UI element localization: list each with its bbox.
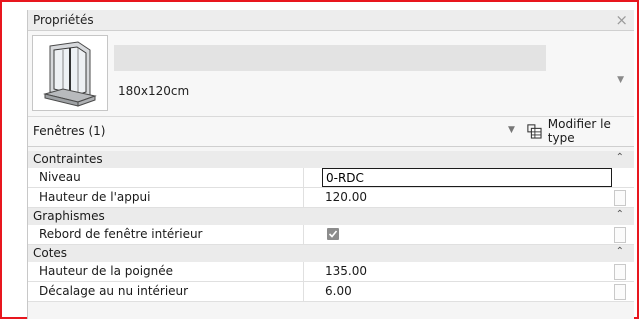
edit-type-button[interactable]: Modifier le type [527, 117, 634, 145]
close-icon[interactable]: × [615, 11, 628, 29]
group-label: Graphismes [33, 209, 105, 223]
niveau-value-input[interactable] [322, 168, 612, 187]
group-cotes[interactable]: Cotes ⌃ [28, 245, 634, 262]
group-graphismes[interactable]: Graphismes ⌃ [28, 208, 634, 225]
highlight-frame: Propriétés × 180x120cm ▼ Fenêtres (1) ▼ … [0, 0, 639, 319]
chevron-down-icon[interactable]: ▼ [617, 75, 624, 85]
type-name: 180x120cm [118, 84, 190, 98]
collapse-icon[interactable]: ⌃ [616, 246, 624, 257]
edit-type-icon [527, 124, 542, 139]
collapse-icon[interactable]: ⌃ [616, 209, 624, 220]
group-contraintes[interactable]: Contraintes ⌃ [28, 151, 634, 168]
param-name: Hauteur de la poignée [28, 262, 304, 281]
param-row-decalage: Décalage au nu intérieur 6.00 [28, 282, 634, 302]
associate-parameter-button[interactable] [614, 227, 626, 243]
param-row-niveau: Niveau [28, 168, 634, 188]
param-name: Décalage au nu intérieur [28, 282, 304, 301]
group-label: Cotes [33, 246, 68, 260]
palette-title: Propriétés [33, 13, 94, 27]
properties-palette: Propriétés × 180x120cm ▼ Fenêtres (1) ▼ … [27, 10, 634, 319]
properties-grid: Contraintes ⌃ Niveau Hauteur de l'appui … [28, 151, 634, 302]
type-selector[interactable]: 180x120cm ▼ [28, 31, 634, 117]
window-icon [32, 35, 108, 111]
edit-type-label: Modifier le type [547, 117, 611, 145]
associate-parameter-button[interactable] [614, 264, 626, 280]
category-dropdown-icon[interactable]: ▼ [508, 125, 515, 135]
param-row-hauteur-appui: Hauteur de l'appui 120.00 [28, 188, 634, 208]
param-name: Rebord de fenêtre intérieur [28, 225, 304, 244]
hauteur-appui-value[interactable]: 120.00 [325, 188, 367, 207]
associate-parameter-button[interactable] [614, 284, 626, 300]
param-row-hauteur-poignee: Hauteur de la poignée 135.00 [28, 262, 634, 282]
param-name: Hauteur de l'appui [28, 188, 304, 207]
category-label: Fenêtres (1) [33, 124, 106, 138]
palette-title-bar[interactable]: Propriétés × [28, 10, 634, 31]
checkmark-icon [328, 230, 338, 238]
param-name: Niveau [28, 168, 304, 187]
associate-parameter-button[interactable] [614, 190, 626, 206]
category-selector[interactable]: Fenêtres (1) ▼ Modifier le type [28, 117, 634, 147]
group-label: Contraintes [33, 152, 103, 166]
type-name-highlight [114, 45, 546, 71]
rebord-checkbox[interactable] [327, 228, 339, 240]
hauteur-poignee-value[interactable]: 135.00 [325, 262, 367, 281]
decalage-value[interactable]: 6.00 [325, 282, 352, 301]
collapse-icon[interactable]: ⌃ [616, 152, 624, 163]
param-row-rebord: Rebord de fenêtre intérieur [28, 225, 634, 245]
